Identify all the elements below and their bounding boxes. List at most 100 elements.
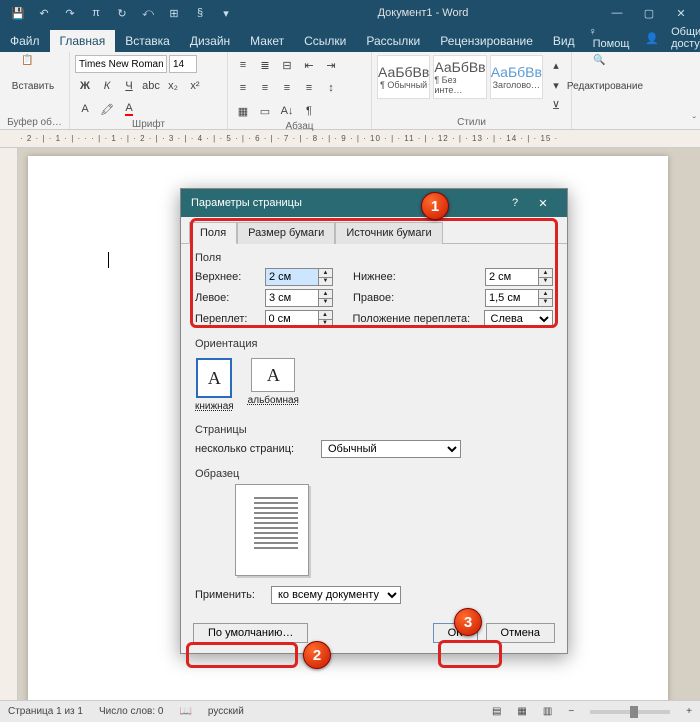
- close-icon[interactable]: ✕: [666, 2, 696, 24]
- qat-icon[interactable]: ⊞: [164, 3, 184, 23]
- margin-left-input[interactable]: [265, 289, 319, 307]
- justify-button[interactable]: ≡: [299, 78, 319, 98]
- styles-up-icon[interactable]: ▴: [546, 55, 566, 75]
- margin-bottom-spinner[interactable]: ▲▼: [485, 268, 553, 286]
- paste-button[interactable]: 📋 Вставить: [5, 55, 61, 92]
- view-web-icon[interactable]: ▥: [543, 706, 552, 717]
- collapse-ribbon-icon[interactable]: ˇ: [693, 116, 696, 127]
- spin-up-icon[interactable]: ▲: [319, 311, 332, 320]
- minimize-icon[interactable]: —: [602, 2, 632, 24]
- editing-button[interactable]: 🔍 Редактирование: [577, 55, 633, 92]
- tab-margins[interactable]: Поля: [189, 222, 237, 244]
- spin-up-icon[interactable]: ▲: [539, 290, 552, 299]
- dialog-close-icon[interactable]: ✕: [529, 191, 557, 215]
- align-right-button[interactable]: ≡: [277, 78, 297, 98]
- font-name-combo[interactable]: [75, 55, 167, 73]
- cancel-button[interactable]: Отмена: [486, 623, 555, 643]
- spin-down-icon[interactable]: ▼: [319, 299, 332, 307]
- bold-button[interactable]: Ж: [75, 76, 95, 96]
- spin-up-icon[interactable]: ▲: [319, 290, 332, 299]
- dialog-help-icon[interactable]: ?: [501, 191, 529, 215]
- effects-button[interactable]: A: [75, 99, 95, 119]
- styles-down-icon[interactable]: ▾: [546, 75, 566, 95]
- tab-source[interactable]: Источник бумаги: [335, 222, 442, 244]
- multipage-combo[interactable]: Обычный: [321, 440, 461, 458]
- status-words[interactable]: Число слов: 0: [99, 706, 163, 717]
- spin-down-icon[interactable]: ▼: [539, 299, 552, 307]
- tab-layout[interactable]: Макет: [240, 30, 294, 52]
- zoom-slider[interactable]: [590, 710, 670, 714]
- tab-mailings[interactable]: Рассылки: [356, 30, 430, 52]
- qat-icon[interactable]: §: [190, 3, 210, 23]
- highlight-button[interactable]: 🖍: [97, 99, 117, 119]
- tab-review[interactable]: Рецензирование: [430, 30, 543, 52]
- qat-icon[interactable]: ↻: [112, 3, 132, 23]
- style-nospacing[interactable]: АаБбВв ¶ Без инте…: [433, 55, 486, 99]
- tell-me[interactable]: ♀ Помощ: [585, 24, 638, 52]
- line-spacing-button[interactable]: ↕: [321, 78, 341, 98]
- multilevel-button[interactable]: ⊟: [277, 55, 297, 75]
- indent-more-button[interactable]: ⇥: [321, 55, 341, 75]
- orientation-landscape[interactable]: A альбомная: [248, 358, 299, 412]
- margin-right-spinner[interactable]: ▲▼: [485, 289, 553, 307]
- margin-left-spinner[interactable]: ▲▼: [265, 289, 333, 307]
- status-proofing-icon[interactable]: 📖: [179, 706, 191, 717]
- indent-less-button[interactable]: ⇤: [299, 55, 319, 75]
- strike-button[interactable]: abc: [141, 76, 161, 96]
- tab-design[interactable]: Дизайн: [180, 30, 240, 52]
- align-left-button[interactable]: ≡: [233, 78, 253, 98]
- horizontal-ruler[interactable]: · 2 · | · 1 · | · · · | · 1 · | · 2 · | …: [0, 130, 700, 148]
- apply-to-combo[interactable]: ко всему документу: [271, 586, 401, 604]
- align-center-button[interactable]: ≡: [255, 78, 275, 98]
- ok-button[interactable]: ОК: [433, 623, 478, 643]
- dialog-titlebar[interactable]: Параметры страницы ? ✕: [181, 189, 567, 217]
- spin-down-icon[interactable]: ▼: [319, 320, 332, 328]
- shading-button[interactable]: ▦: [233, 101, 253, 121]
- status-lang[interactable]: русский: [208, 706, 244, 717]
- tab-references[interactable]: Ссылки: [294, 30, 356, 52]
- font-color-button[interactable]: A: [119, 99, 139, 119]
- gutter-pos-combo[interactable]: Слева: [484, 310, 554, 328]
- share-button[interactable]: Общий доступ: [667, 24, 700, 52]
- sort-button[interactable]: A↓: [277, 101, 297, 121]
- qat-dropdown-icon[interactable]: ▾: [216, 3, 236, 23]
- tab-file[interactable]: Файл: [0, 30, 50, 52]
- font-size-combo[interactable]: [169, 55, 197, 73]
- tab-insert[interactable]: Вставка: [115, 30, 180, 52]
- spin-up-icon[interactable]: ▲: [319, 269, 332, 278]
- italic-button[interactable]: К: [97, 76, 117, 96]
- numbering-button[interactable]: ≣: [255, 55, 275, 75]
- tab-paper[interactable]: Размер бумаги: [237, 222, 335, 244]
- status-page[interactable]: Страница 1 из 1: [8, 706, 83, 717]
- save-icon[interactable]: 💾: [8, 3, 28, 23]
- gutter-spinner[interactable]: ▲▼: [265, 310, 333, 328]
- maximize-icon[interactable]: ▢: [634, 2, 664, 24]
- tab-home[interactable]: Главная: [50, 30, 116, 52]
- margin-top-spinner[interactable]: ▲▼: [265, 268, 333, 286]
- default-button[interactable]: По умолчанию…: [193, 623, 308, 643]
- bullets-button[interactable]: ≡: [233, 55, 253, 75]
- zoom-out-icon[interactable]: −: [568, 706, 574, 717]
- vertical-ruler[interactable]: [0, 148, 18, 700]
- show-marks-button[interactable]: ¶: [299, 101, 319, 121]
- account-icon[interactable]: 👤: [641, 30, 663, 47]
- zoom-in-icon[interactable]: +: [686, 706, 692, 717]
- spin-down-icon[interactable]: ▼: [539, 278, 552, 286]
- undo-icon[interactable]: ↶: [34, 3, 54, 23]
- view-read-icon[interactable]: ▤: [492, 706, 501, 717]
- sub-button[interactable]: x₂: [163, 76, 183, 96]
- margin-bottom-input[interactable]: [485, 268, 539, 286]
- qat-icon[interactable]: ⤺: [138, 3, 158, 23]
- sup-button[interactable]: x²: [185, 76, 205, 96]
- spin-down-icon[interactable]: ▼: [319, 278, 332, 286]
- style-normal[interactable]: АаБбВв ¶ Обычный: [377, 55, 430, 99]
- view-print-icon[interactable]: ▦: [517, 706, 526, 717]
- margin-right-input[interactable]: [485, 289, 539, 307]
- orientation-portrait[interactable]: A книжная: [195, 358, 234, 412]
- spin-up-icon[interactable]: ▲: [539, 269, 552, 278]
- tab-view[interactable]: Вид: [543, 30, 585, 52]
- borders-button[interactable]: ▭: [255, 101, 275, 121]
- gutter-input[interactable]: [265, 310, 319, 328]
- margin-top-input[interactable]: [265, 268, 319, 286]
- redo-icon[interactable]: ↷: [60, 3, 80, 23]
